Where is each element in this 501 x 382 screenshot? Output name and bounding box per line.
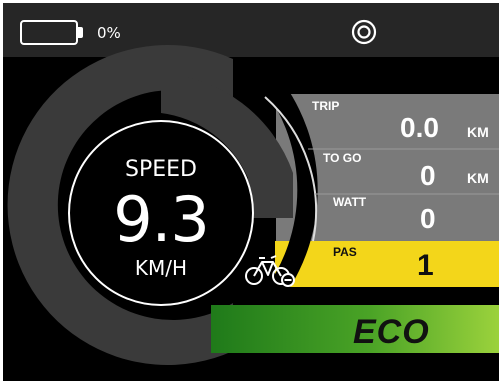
to-go-value: 0 xyxy=(420,160,436,191)
watt-label: WATT xyxy=(333,195,367,209)
speed-unit: KM/H xyxy=(134,256,188,280)
trip-label: TRIP xyxy=(312,99,340,113)
speed-value: 9.3 xyxy=(113,183,210,256)
to-go-label: TO GO xyxy=(323,151,362,165)
ebike-display: 0% SPEED 9.3 KM/H TRIP 0.0 KM TO GO 0 KM… xyxy=(3,3,499,381)
pas-row-bg xyxy=(275,241,499,287)
speed-label: SPEED xyxy=(125,157,197,182)
watt-value: 0 xyxy=(420,203,436,234)
trip-value: 0.0 xyxy=(400,112,439,143)
ride-mode: ECO xyxy=(353,313,430,351)
bicycle-icon xyxy=(245,255,295,287)
pas-value: 1 xyxy=(417,249,434,282)
pas-label: PAS xyxy=(333,245,357,259)
trip-unit: KM xyxy=(467,124,489,140)
to-go-unit: KM xyxy=(467,170,489,186)
